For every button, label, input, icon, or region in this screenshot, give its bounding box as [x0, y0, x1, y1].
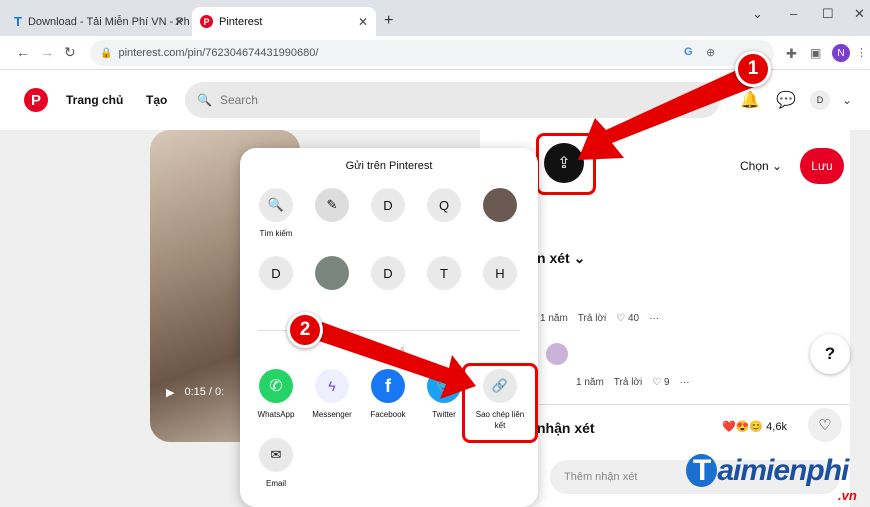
arrow-2: [316, 322, 476, 399]
watermark-logo: Taimienphi: [686, 454, 849, 488]
step-badge-2: 2: [287, 312, 323, 348]
watermark-t: T: [686, 454, 718, 487]
step-badge-1: 1: [735, 51, 771, 87]
watermark-text: aimienphi: [717, 454, 849, 487]
arrow-1: [578, 68, 754, 160]
watermark-suffix: .vn: [838, 488, 857, 503]
